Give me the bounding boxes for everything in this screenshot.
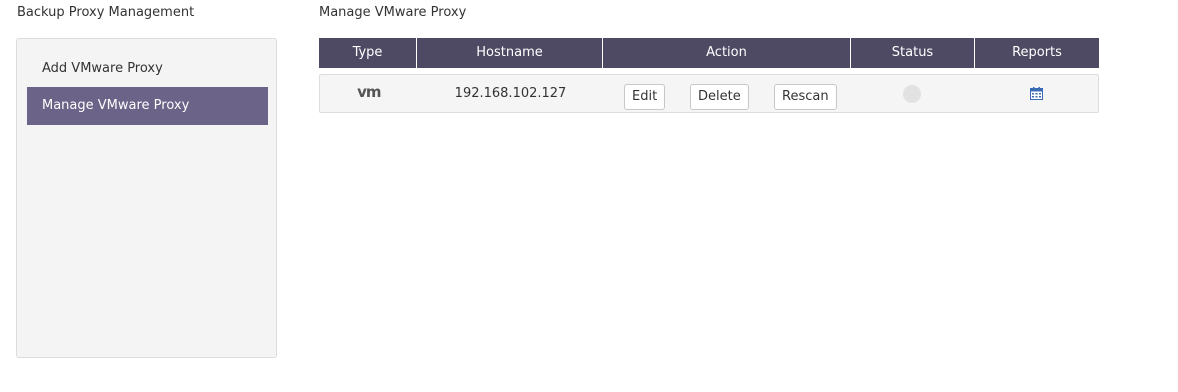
sidebar-item-add-vmware-proxy[interactable]: Add VMware Proxy	[27, 50, 268, 88]
rescan-button[interactable]: Rescan	[774, 84, 837, 110]
vmware-logo-icon: vm	[357, 82, 381, 101]
hostname-cell: 192.168.102.127	[454, 86, 567, 101]
edit-button[interactable]: Edit	[624, 84, 666, 110]
page-title: Manage VMware Proxy	[319, 5, 467, 20]
delete-button[interactable]: Delete	[690, 84, 749, 110]
column-header-hostname[interactable]: Hostname	[417, 38, 603, 68]
sidebar-item-manage-vmware-proxy[interactable]: Manage VMware Proxy	[27, 87, 268, 125]
column-header-type[interactable]: Type	[319, 38, 417, 68]
sidebar-panel: Add VMware Proxy Manage VMware Proxy	[16, 38, 277, 358]
status-cell	[851, 75, 975, 112]
column-header-action: Action	[603, 38, 851, 68]
sidebar-title: Backup Proxy Management	[17, 5, 195, 20]
column-header-status[interactable]: Status	[851, 38, 975, 68]
proxy-table-header: Type Hostname Action Status Reports	[319, 38, 1099, 68]
status-indicator-icon	[903, 84, 922, 103]
calendar-icon[interactable]	[1029, 87, 1043, 100]
type-cell: vm	[320, 75, 418, 112]
column-header-reports: Reports	[1012, 45, 1062, 60]
reports-cell	[974, 75, 1098, 112]
